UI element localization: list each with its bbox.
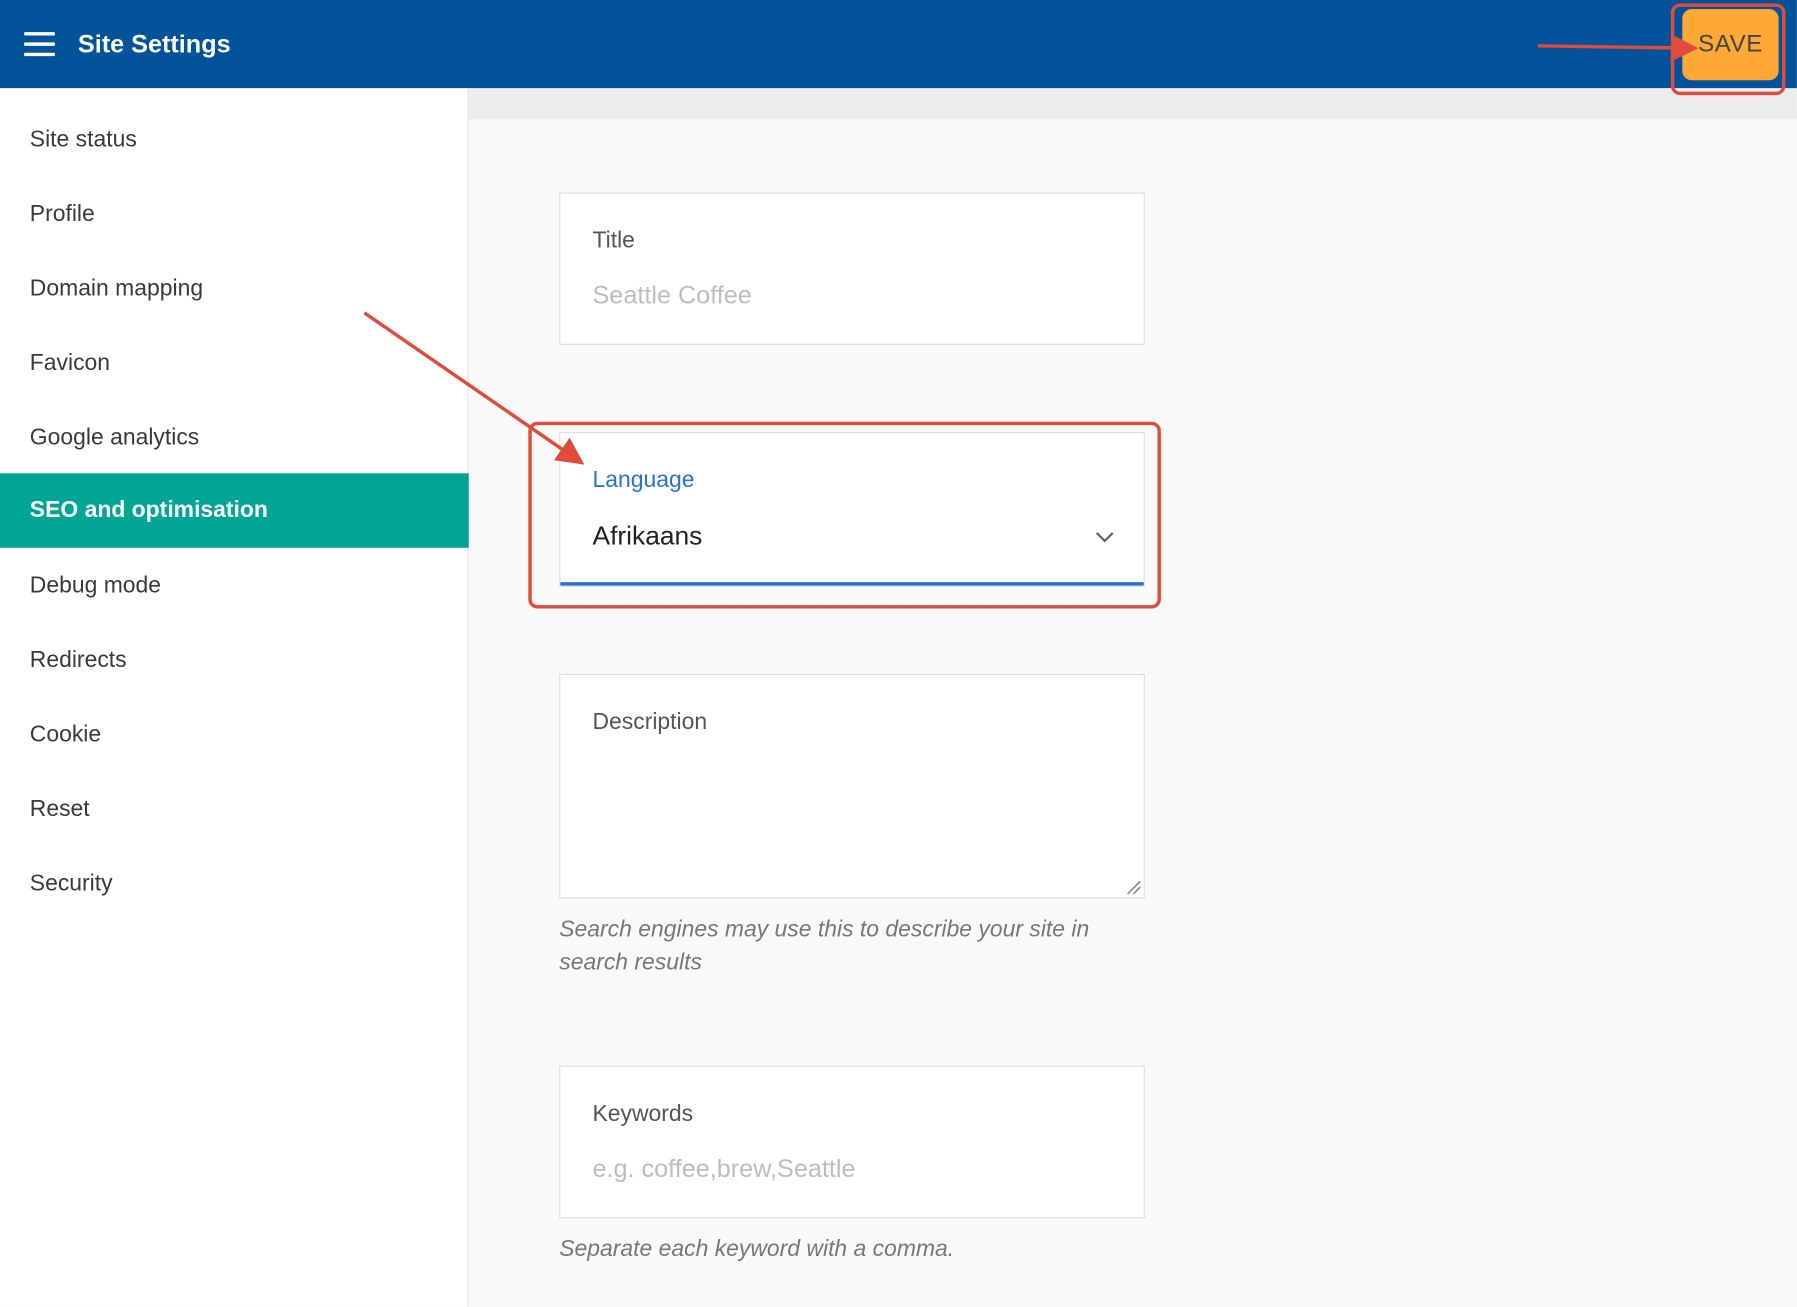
- title-field[interactable]: Title Seattle Coffee: [559, 192, 1145, 345]
- sidebar-item-debug-mode[interactable]: Debug mode: [0, 549, 469, 623]
- sidebar-item-domain-mapping[interactable]: Domain mapping: [0, 252, 469, 326]
- language-select[interactable]: Language Afrikaans: [559, 432, 1145, 587]
- keywords-label: Keywords: [592, 1101, 694, 1127]
- keywords-input[interactable]: e.g. coffee,brew,Seattle: [592, 1154, 855, 1184]
- language-value[interactable]: Afrikaans: [592, 520, 702, 551]
- save-button[interactable]: SAVE: [1682, 9, 1779, 81]
- description-label: Description: [592, 709, 708, 735]
- language-label: Language: [592, 467, 695, 493]
- language-underline: [560, 582, 1144, 586]
- sidebar-item-security[interactable]: Security: [0, 847, 469, 921]
- sidebar-item-cookie[interactable]: Cookie: [0, 698, 469, 772]
- keywords-helper-text: Separate each keyword with a comma.: [559, 1236, 955, 1262]
- title-input[interactable]: Seattle Coffee: [592, 281, 751, 311]
- content-header-band: [468, 88, 1797, 120]
- sidebar-item-redirects[interactable]: Redirects: [0, 623, 469, 697]
- resize-handle-icon[interactable]: [1125, 879, 1141, 895]
- title-label: Title: [592, 228, 635, 254]
- keywords-field[interactable]: Keywords e.g. coffee,brew,Seattle: [559, 1065, 1145, 1219]
- sidebar-item-profile[interactable]: Profile: [0, 178, 469, 252]
- sidebar-item-google-analytics[interactable]: Google analytics: [0, 401, 469, 475]
- description-field[interactable]: Description: [559, 673, 1145, 899]
- sidebar: Site status Profile Domain mapping Favic…: [0, 88, 469, 1307]
- site-settings-app: Site Settings SAVE Site status Profile D…: [0, 0, 1797, 1307]
- sidebar-item-seo-and-optimisation[interactable]: SEO and optimisation: [0, 473, 469, 548]
- chevron-down-icon[interactable]: [1094, 529, 1115, 543]
- sidebar-item-site-status[interactable]: Site status: [0, 103, 469, 177]
- sidebar-item-favicon[interactable]: Favicon: [0, 327, 469, 401]
- page-title: Site Settings: [77, 29, 231, 59]
- hamburger-icon[interactable]: [23, 30, 57, 60]
- top-bar: Site Settings SAVE: [0, 0, 1797, 89]
- sidebar-item-reset[interactable]: Reset: [0, 772, 469, 846]
- description-helper-text: Search engines may use this to describe …: [559, 916, 1090, 976]
